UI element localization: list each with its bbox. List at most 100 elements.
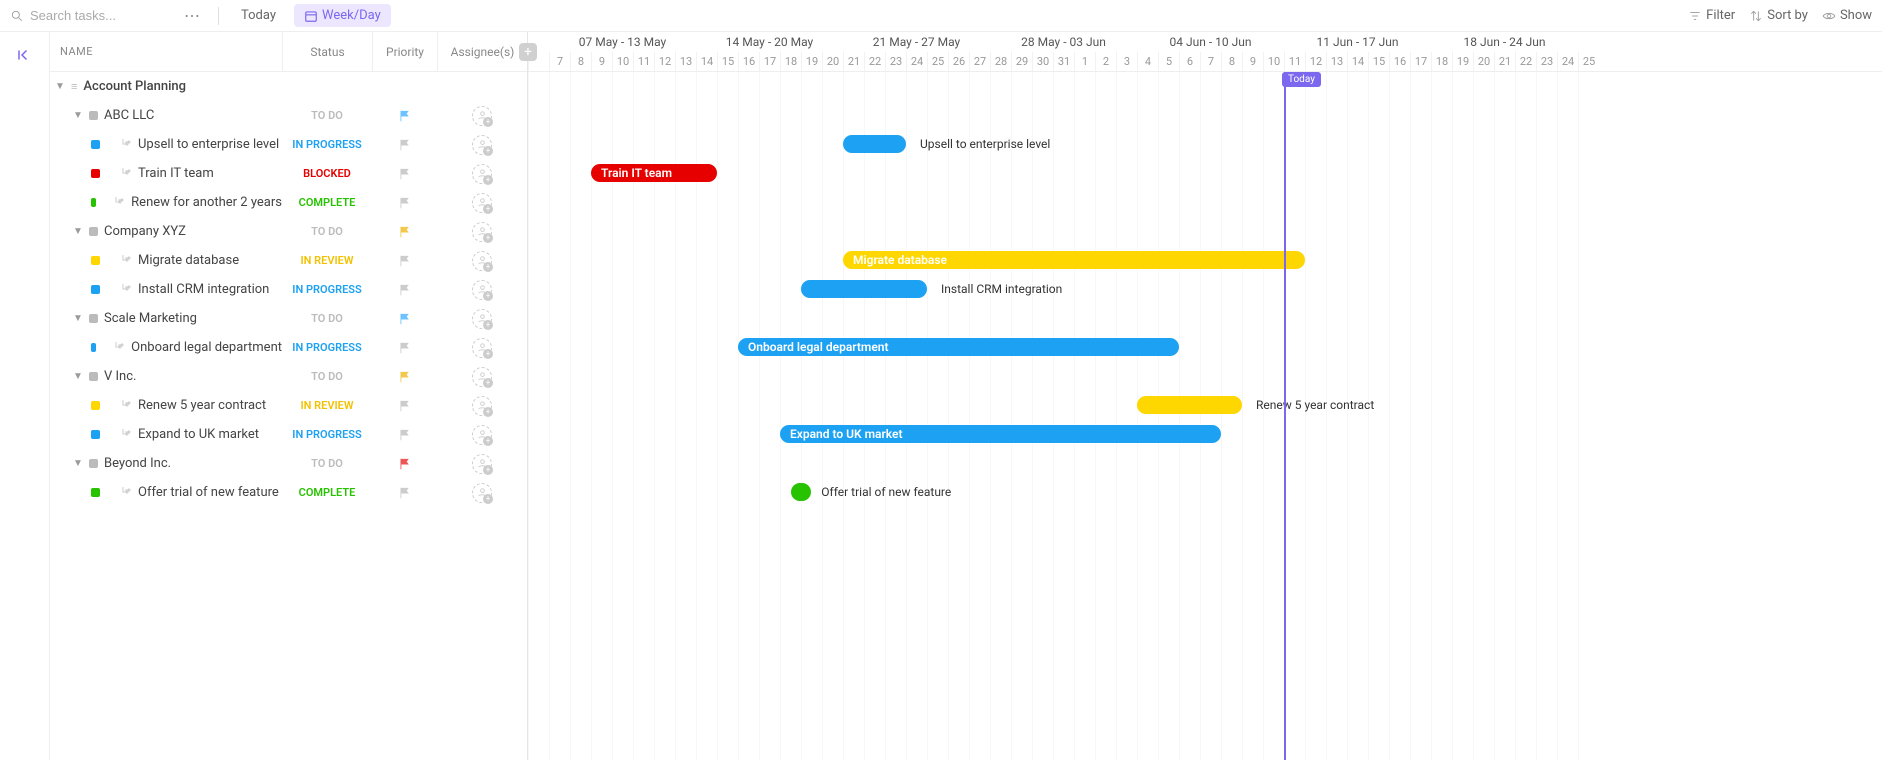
status-square-icon[interactable] xyxy=(91,343,96,352)
task-row[interactable]: ▼ Beyond Inc. TO DO + xyxy=(50,449,527,478)
task-status[interactable]: TO DO xyxy=(282,312,372,325)
status-square-icon[interactable] xyxy=(89,314,98,323)
column-header-status[interactable]: Status xyxy=(282,32,372,71)
status-square-icon[interactable] xyxy=(91,430,100,439)
task-status[interactable]: IN REVIEW xyxy=(282,399,372,412)
caret-icon[interactable]: ▼ xyxy=(73,313,83,324)
task-status[interactable]: TO DO xyxy=(282,370,372,383)
sort-button[interactable]: Sort by xyxy=(1749,8,1808,23)
task-status[interactable]: COMPLETE xyxy=(282,196,372,209)
gantt-bar[interactable] xyxy=(801,280,927,298)
task-status[interactable]: COMPLETE xyxy=(282,486,372,499)
task-title[interactable]: Offer trial of new feature xyxy=(138,485,279,500)
priority-flag[interactable] xyxy=(372,254,437,268)
assignee-add-button[interactable]: + xyxy=(472,222,492,242)
column-header-assignee[interactable]: Assignee(s) xyxy=(437,32,527,71)
caret-icon[interactable]: ▼ xyxy=(73,226,83,237)
priority-flag[interactable] xyxy=(372,196,437,210)
task-title[interactable]: Upsell to enterprise level xyxy=(138,137,279,152)
week-day-toggle[interactable]: Week/Day xyxy=(294,4,391,27)
search-input-wrap[interactable] xyxy=(10,8,170,23)
gantt-bar[interactable] xyxy=(791,483,811,501)
assignee-add-button[interactable]: + xyxy=(472,425,492,445)
assignee-add-button[interactable]: + xyxy=(472,309,492,329)
assignee-add-button[interactable]: + xyxy=(472,338,492,358)
task-row[interactable]: Migrate database IN REVIEW + xyxy=(50,246,527,275)
more-options-button[interactable]: ⋯ xyxy=(178,6,206,25)
task-row[interactable]: Offer trial of new feature COMPLETE + xyxy=(50,478,527,507)
gantt-bar[interactable]: Migrate database xyxy=(843,251,1305,269)
group-title[interactable]: ABC LLC xyxy=(104,108,154,123)
task-row[interactable]: Install CRM integration IN PROGRESS + xyxy=(50,275,527,304)
gantt-bar[interactable]: Expand to UK market xyxy=(780,425,1221,443)
gantt-bar[interactable]: Onboard legal department xyxy=(738,338,1179,356)
priority-flag[interactable] xyxy=(372,283,437,297)
status-square-icon[interactable] xyxy=(89,372,98,381)
task-row[interactable]: ▼ ABC LLC TO DO + xyxy=(50,101,527,130)
priority-flag[interactable] xyxy=(372,457,437,471)
task-title[interactable]: Expand to UK market xyxy=(138,427,259,442)
task-title[interactable]: Train IT team xyxy=(138,166,214,181)
task-status[interactable]: BLOCKED xyxy=(282,167,372,180)
caret-icon[interactable]: ▼ xyxy=(73,110,83,121)
group-title[interactable]: Scale Marketing xyxy=(104,311,197,326)
status-square-icon[interactable] xyxy=(89,227,98,236)
task-status[interactable]: IN PROGRESS xyxy=(282,428,372,441)
search-input[interactable] xyxy=(30,8,170,23)
task-status[interactable]: TO DO xyxy=(282,225,372,238)
task-row[interactable]: ▼ ≡ Account Planning xyxy=(50,72,527,101)
assignee-add-button[interactable]: + xyxy=(472,164,492,184)
assignee-add-button[interactable]: + xyxy=(472,454,492,474)
task-status[interactable]: IN PROGRESS xyxy=(282,138,372,151)
column-header-priority[interactable]: Priority xyxy=(372,32,437,71)
gantt-bar[interactable] xyxy=(843,135,906,153)
task-status[interactable]: TO DO xyxy=(282,109,372,122)
priority-flag[interactable] xyxy=(372,312,437,326)
status-square-icon[interactable] xyxy=(89,459,98,468)
priority-flag[interactable] xyxy=(372,225,437,239)
list-title[interactable]: Account Planning xyxy=(83,79,186,94)
column-header-name[interactable]: NAME xyxy=(50,45,282,58)
task-row[interactable]: Expand to UK market IN PROGRESS + xyxy=(50,420,527,449)
assignee-add-button[interactable]: + xyxy=(472,483,492,503)
task-status[interactable]: IN PROGRESS xyxy=(282,283,372,296)
assignee-add-button[interactable]: + xyxy=(472,193,492,213)
group-title[interactable]: V Inc. xyxy=(104,369,136,384)
assignee-add-button[interactable]: + xyxy=(472,135,492,155)
priority-flag[interactable] xyxy=(372,341,437,355)
status-square-icon[interactable] xyxy=(91,488,100,497)
assignee-add-button[interactable]: + xyxy=(472,367,492,387)
priority-flag[interactable] xyxy=(372,486,437,500)
assignee-add-button[interactable]: + xyxy=(472,280,492,300)
task-title[interactable]: Onboard legal department xyxy=(131,340,282,355)
task-row[interactable]: ▼ Company XYZ TO DO + xyxy=(50,217,527,246)
task-row[interactable]: Train IT team BLOCKED + xyxy=(50,159,527,188)
assignee-add-button[interactable]: + xyxy=(472,251,492,271)
priority-flag[interactable] xyxy=(372,428,437,442)
gantt-bar[interactable]: Train IT team xyxy=(591,164,717,182)
task-title[interactable]: Migrate database xyxy=(138,253,239,268)
caret-icon[interactable]: ▼ xyxy=(73,458,83,469)
status-square-icon[interactable] xyxy=(91,140,100,149)
task-title[interactable]: Renew for another 2 years xyxy=(131,195,282,210)
task-row[interactable]: ▼ Scale Marketing TO DO + xyxy=(50,304,527,333)
group-title[interactable]: Beyond Inc. xyxy=(104,456,171,471)
priority-flag[interactable] xyxy=(372,399,437,413)
status-square-icon[interactable] xyxy=(91,256,100,265)
assignee-add-button[interactable]: + xyxy=(472,106,492,126)
caret-icon[interactable]: ▼ xyxy=(73,371,83,382)
caret-icon[interactable]: ▼ xyxy=(55,81,65,92)
today-button[interactable]: Today xyxy=(231,4,286,27)
task-title[interactable]: Install CRM integration xyxy=(138,282,269,297)
gantt-bar[interactable] xyxy=(1137,396,1242,414)
task-status[interactable]: IN REVIEW xyxy=(282,254,372,267)
task-row[interactable]: Renew for another 2 years COMPLETE + xyxy=(50,188,527,217)
task-status[interactable]: TO DO xyxy=(282,457,372,470)
task-title[interactable]: Renew 5 year contract xyxy=(138,398,266,413)
task-row[interactable]: Upsell to enterprise level IN PROGRESS + xyxy=(50,130,527,159)
status-square-icon[interactable] xyxy=(89,111,98,120)
show-button[interactable]: Show xyxy=(1822,8,1872,23)
assignee-add-button[interactable]: + xyxy=(472,396,492,416)
priority-flag[interactable] xyxy=(372,167,437,181)
status-square-icon[interactable] xyxy=(91,198,96,207)
